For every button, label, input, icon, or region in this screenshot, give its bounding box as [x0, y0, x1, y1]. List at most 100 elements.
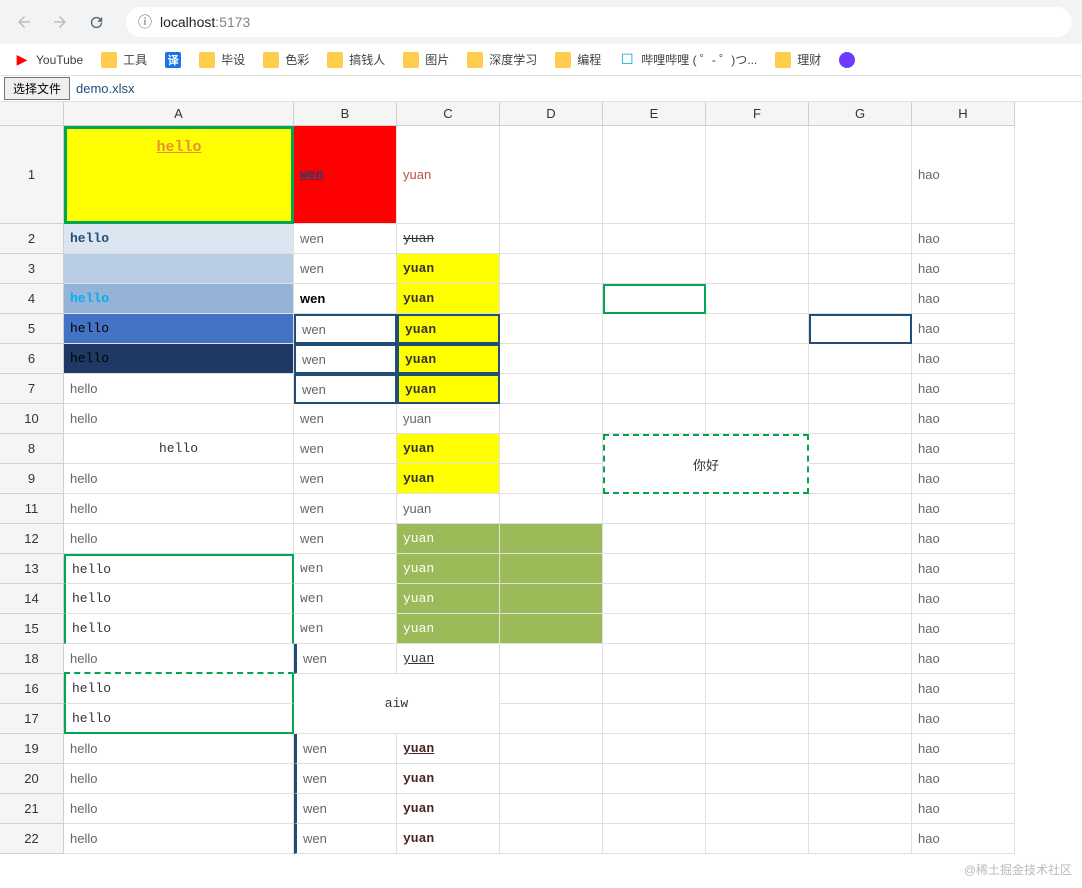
cell-c4[interactable]: yuan: [397, 284, 500, 314]
cell-e14[interactable]: [603, 584, 706, 614]
cell-d3[interactable]: [500, 254, 603, 284]
cell-f16[interactable]: [706, 674, 809, 704]
cell-e12[interactable]: [603, 524, 706, 554]
cell-g10[interactable]: [809, 404, 912, 434]
cell-f14[interactable]: [706, 584, 809, 614]
cell-f12[interactable]: [706, 524, 809, 554]
row-header-11[interactable]: 11: [0, 494, 64, 524]
cell-d17[interactable]: [500, 704, 603, 734]
cell-d8[interactable]: [500, 434, 603, 464]
row-header-6[interactable]: 6: [0, 344, 64, 374]
cell-a22[interactable]: hello: [64, 824, 294, 854]
cell-e5[interactable]: [603, 314, 706, 344]
cell-d12[interactable]: [500, 524, 603, 554]
cell-a18[interactable]: hello: [64, 644, 294, 674]
bookmark-bilibili[interactable]: ☐哔哩哔哩 ( ゜- ゜)つ...: [619, 51, 757, 68]
cell-e17[interactable]: [603, 704, 706, 734]
cell-c8[interactable]: yuan: [397, 434, 500, 464]
cell-a21[interactable]: hello: [64, 794, 294, 824]
cell-f20[interactable]: [706, 764, 809, 794]
cell-e13[interactable]: [603, 554, 706, 584]
cell-e15[interactable]: [603, 614, 706, 644]
cell-h9[interactable]: hao: [912, 464, 1015, 494]
bookmark-youtube[interactable]: ▶YouTube: [14, 52, 83, 68]
cell-h10[interactable]: hao: [912, 404, 1015, 434]
cell-a19[interactable]: hello: [64, 734, 294, 764]
cell-a13[interactable]: hello: [64, 554, 294, 584]
cell-c21[interactable]: yuan: [397, 794, 500, 824]
row-header-15[interactable]: 15: [0, 614, 64, 644]
cell-a8[interactable]: hello: [64, 434, 294, 464]
cell-g3[interactable]: [809, 254, 912, 284]
row-header-20[interactable]: 20: [0, 764, 64, 794]
cell-f7[interactable]: [706, 374, 809, 404]
cell-e10[interactable]: [603, 404, 706, 434]
reload-button[interactable]: [82, 8, 110, 36]
row-header-17[interactable]: 17: [0, 704, 64, 734]
cell-b14[interactable]: wen: [294, 584, 397, 614]
cell-f13[interactable]: [706, 554, 809, 584]
cell-b4[interactable]: wen: [294, 284, 397, 314]
cell-e6[interactable]: [603, 344, 706, 374]
cell-f21[interactable]: [706, 794, 809, 824]
cell-d21[interactable]: [500, 794, 603, 824]
cell-c20[interactable]: yuan: [397, 764, 500, 794]
cell-h18[interactable]: hao: [912, 644, 1015, 674]
cell-d18[interactable]: [500, 644, 603, 674]
cell-f15[interactable]: [706, 614, 809, 644]
cell-g19[interactable]: [809, 734, 912, 764]
row-header-1[interactable]: 1: [0, 126, 64, 224]
row-header-13[interactable]: 13: [0, 554, 64, 584]
cell-b18[interactable]: wen: [294, 644, 397, 674]
row-header-2[interactable]: 2: [0, 224, 64, 254]
cell-h8[interactable]: hao: [912, 434, 1015, 464]
cell-h7[interactable]: hao: [912, 374, 1015, 404]
cell-a14[interactable]: hello: [64, 584, 294, 614]
cell-g8[interactable]: [809, 434, 912, 464]
col-header-h[interactable]: H: [912, 102, 1015, 126]
cell-g15[interactable]: [809, 614, 912, 644]
row-header-10[interactable]: 10: [0, 404, 64, 434]
cell-b19[interactable]: wen: [294, 734, 397, 764]
cell-d6[interactable]: [500, 344, 603, 374]
col-header-g[interactable]: G: [809, 102, 912, 126]
cell-d22[interactable]: [500, 824, 603, 854]
cell-d1[interactable]: [500, 126, 603, 224]
cell-d4[interactable]: [500, 284, 603, 314]
col-header-e[interactable]: E: [603, 102, 706, 126]
col-header-d[interactable]: D: [500, 102, 603, 126]
cell-d9[interactable]: [500, 464, 603, 494]
cell-b20[interactable]: wen: [294, 764, 397, 794]
cell-g16[interactable]: [809, 674, 912, 704]
cell-merged-aiw[interactable]: aiw: [294, 674, 500, 734]
choose-file-button[interactable]: 选择文件: [4, 77, 70, 100]
cell-merged-nihao[interactable]: 你好: [603, 434, 809, 494]
cell-b2[interactable]: wen: [294, 224, 397, 254]
bookmark-bishe[interactable]: 毕设: [199, 51, 245, 68]
cell-f5[interactable]: [706, 314, 809, 344]
row-header-3[interactable]: 3: [0, 254, 64, 284]
cell-g21[interactable]: [809, 794, 912, 824]
cell-c10[interactable]: yuan: [397, 404, 500, 434]
row-header-18[interactable]: 18: [0, 644, 64, 674]
cell-a3[interactable]: [64, 254, 294, 284]
cell-e16[interactable]: [603, 674, 706, 704]
cell-g2[interactable]: [809, 224, 912, 254]
cell-a2[interactable]: hello: [64, 224, 294, 254]
cell-f1[interactable]: [706, 126, 809, 224]
cell-g20[interactable]: [809, 764, 912, 794]
bookmark-app[interactable]: [839, 52, 855, 68]
cell-d14[interactable]: [500, 584, 603, 614]
cell-d15[interactable]: [500, 614, 603, 644]
cell-d20[interactable]: [500, 764, 603, 794]
cell-b12[interactable]: wen: [294, 524, 397, 554]
cell-h16[interactable]: hao: [912, 674, 1015, 704]
cell-e21[interactable]: [603, 794, 706, 824]
cell-a7[interactable]: hello: [64, 374, 294, 404]
cell-h20[interactable]: hao: [912, 764, 1015, 794]
col-header-b[interactable]: B: [294, 102, 397, 126]
cell-a4[interactable]: hello: [64, 284, 294, 314]
forward-button[interactable]: [46, 8, 74, 36]
cell-a6[interactable]: hello: [64, 344, 294, 374]
cell-c11[interactable]: yuan: [397, 494, 500, 524]
